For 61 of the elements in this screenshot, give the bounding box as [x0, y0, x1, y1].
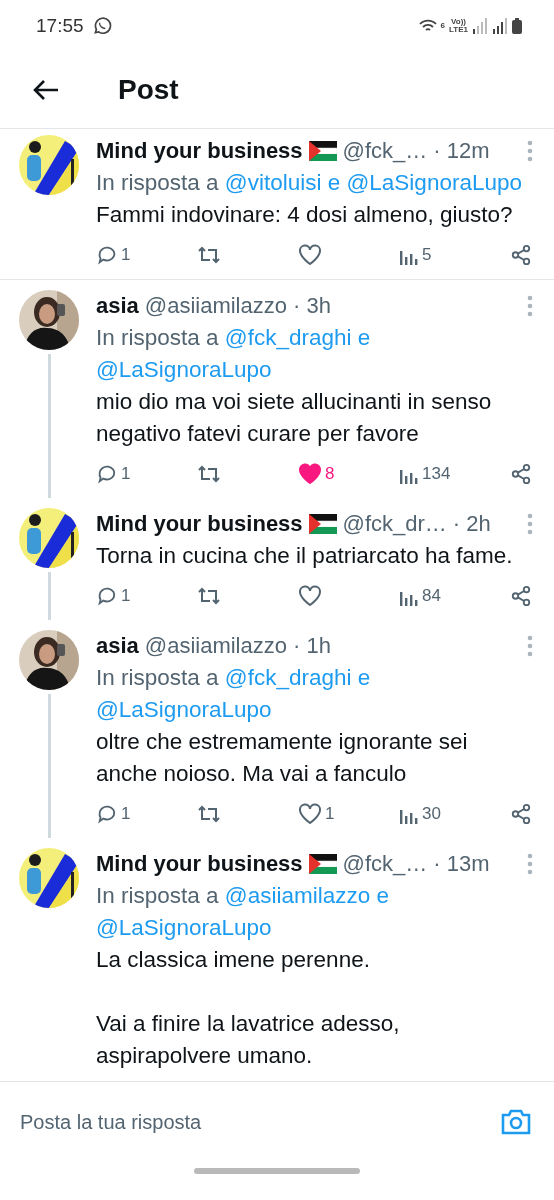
reply-button[interactable]: 1 — [96, 244, 146, 266]
wifi-icon — [418, 19, 437, 33]
post-time: · 13m — [433, 851, 490, 877]
volte-label: Vo)) — [451, 18, 466, 26]
share-button[interactable] — [510, 803, 532, 825]
share-icon — [510, 244, 532, 266]
reply-icon — [96, 244, 118, 266]
post-time: · 3h — [293, 293, 331, 319]
share-button[interactable] — [510, 463, 532, 485]
repost-icon — [197, 244, 221, 266]
post-text: Vai a finire la lavatrice adesso, aspirapolvere umano. — [96, 1010, 401, 1070]
lte-label: LTE1 — [449, 26, 468, 34]
reply-context: In risposta a @fck_draghi e @LaSignoraLupo — [96, 664, 372, 724]
wifi-label: 6 — [440, 22, 446, 30]
battery-icon — [512, 18, 522, 34]
views-button[interactable]: 30 — [399, 804, 459, 824]
share-button[interactable] — [510, 244, 532, 266]
page-title: Post — [118, 74, 179, 106]
reply-icon — [96, 803, 118, 825]
reply-button[interactable]: 1 — [96, 803, 146, 825]
signal-icon — [492, 18, 508, 34]
author-handle: @fck_dr… — [342, 511, 447, 537]
author-handle: @asiiamilazzo — [144, 293, 287, 319]
views-button[interactable]: 84 — [399, 586, 459, 606]
signal-icon — [472, 18, 488, 34]
reply-icon — [96, 585, 118, 607]
share-button[interactable] — [510, 585, 532, 607]
chat-app-icon — [91, 16, 112, 36]
author-name[interactable]: asia — [96, 633, 139, 659]
views-button[interactable]: 5 — [399, 245, 459, 265]
post-text: Torna in cucina che il patriarcato ha fame. — [96, 542, 514, 570]
views-button[interactable]: 134 — [399, 464, 459, 484]
repost-icon — [197, 803, 221, 825]
post-time: · 2h — [452, 511, 491, 537]
repost-icon — [197, 585, 221, 607]
post-text: mio dio ma voi siete allucinanti in senso negativo fatevi curare per favore — [96, 388, 493, 448]
post-text: Fammi indovinare: 4 dosi almeno, giusto? — [96, 201, 514, 229]
post-time: · 12m — [433, 138, 490, 164]
author-handle: @fck_… — [342, 138, 428, 164]
post-time: · 1h — [293, 633, 331, 659]
share-icon — [510, 585, 532, 607]
reply-context: In risposta a @fck_draghi e @LaSignoraLupo — [96, 324, 372, 384]
reply-icon — [96, 463, 118, 485]
reply-context: In risposta a @asiiamilazzo e @LaSignoraLupo — [96, 882, 390, 942]
share-icon — [510, 463, 532, 485]
author-handle: @asiiamilazzo — [144, 633, 287, 659]
share-icon — [510, 803, 532, 825]
like-button[interactable]: 1 — [298, 803, 348, 825]
status-time: 17:55 — [36, 15, 84, 37]
like-button[interactable]: 8 — [298, 463, 348, 485]
author-handle: @fck_… — [342, 851, 428, 877]
author-name[interactable]: Mind your business — [96, 138, 303, 164]
reply-button[interactable]: 1 — [96, 585, 146, 607]
post-text: oltre che estremamente ignorante sei anche noioso. Ma vai a fanculo — [96, 728, 469, 788]
author-name[interactable]: Mind your business — [96, 851, 303, 877]
author-name[interactable]: Mind your business — [96, 511, 303, 537]
reply-button[interactable]: 1 — [96, 463, 146, 485]
author-name[interactable]: asia — [96, 293, 139, 319]
post-text: La classica imene perenne. — [96, 946, 371, 974]
repost-icon — [197, 463, 221, 485]
reply-context: In risposta a @vitoluisi e @LaSignoraLupo — [96, 169, 523, 197]
